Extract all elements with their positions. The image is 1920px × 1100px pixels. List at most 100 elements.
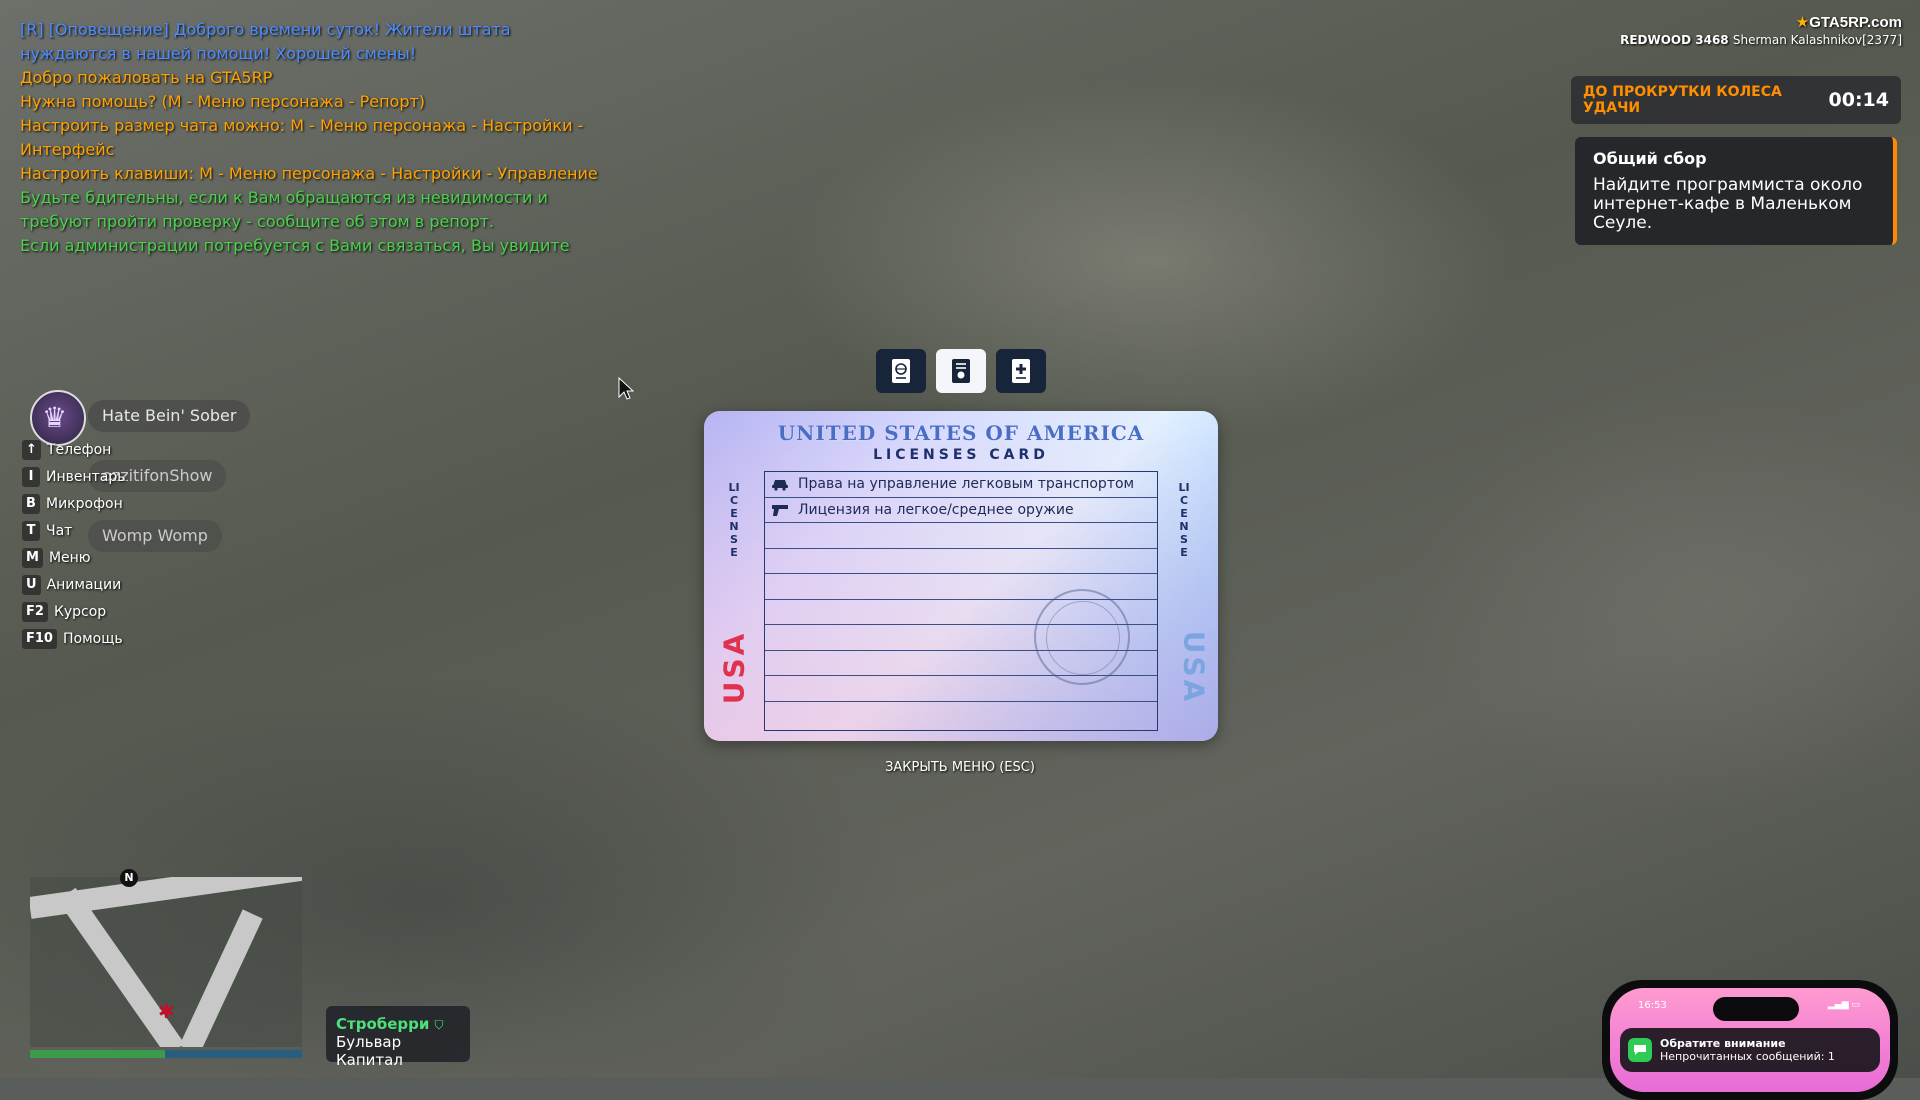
notification-title: Обратите внимание <box>1660 1037 1786 1050</box>
license-text: Лицензия на легкое/среднее оружие <box>798 501 1074 518</box>
card-country-right: USA <box>1177 630 1211 705</box>
key-cap: ↑ <box>22 439 41 460</box>
key-cap: M <box>22 547 43 568</box>
empty-license-rows <box>765 523 1157 727</box>
chat-line: Будьте бдительны, если к Вам обращаются … <box>20 188 548 207</box>
key-hint-label: Курсор <box>53 603 107 620</box>
chat-line: Интерфейс <box>20 140 115 159</box>
notification-body: Непрочитанных сообщений: 1 <box>1660 1050 1835 1063</box>
key-cap: F10 <box>22 628 57 649</box>
empty-license-row <box>765 625 1157 651</box>
document-tabs <box>876 349 1046 393</box>
key-hint-label: Микрофон <box>46 495 123 512</box>
quest-panel: Общий сбор Найдите программиста около ин… <box>1575 137 1897 245</box>
close-menu-hint[interactable]: ЗАКРЫТЬ МЕНЮ (ESC) <box>0 760 1920 775</box>
phone-notch <box>1713 997 1799 1021</box>
tab-medical-card[interactable] <box>996 349 1046 393</box>
wheel-of-fortune-timer: ДО ПРОКРУТКИ КОЛЕСА УДАЧИ 00:14 <box>1571 76 1901 124</box>
license-row: Права на управление легковым транспортом <box>765 472 1157 498</box>
license-row: Лицензия на легкое/среднее оружие <box>765 498 1157 523</box>
empty-license-row <box>765 574 1157 600</box>
location-street: Бульвар Капитал <box>336 1033 403 1069</box>
location-panel: Строберри ⛉ Бульвар Капитал <box>326 1006 470 1069</box>
armor-bar <box>165 1050 302 1058</box>
chat-line: Нужна помощь? (M - Меню персонажа - Репо… <box>20 92 426 111</box>
empty-license-row <box>765 676 1157 702</box>
key-hint-label: Чат <box>46 522 73 539</box>
card-country-left: USA <box>717 630 751 705</box>
card-side-label-right: LICENSE <box>1178 481 1190 559</box>
server-brand: ★GTA5RP.com REDWOOD 3468 Sherman Kalashn… <box>1620 12 1902 47</box>
key-cap: F2 <box>22 601 48 622</box>
chat-line: нуждаются в нашей помощи! Хорошей смены! <box>20 44 417 63</box>
chat-line: [R] [Оповещение] Доброго времени суток! … <box>20 20 511 39</box>
card-subtitle: LICENSES CARD <box>873 447 1049 463</box>
key-hint-label: Инвентарь <box>46 468 126 485</box>
location-zone-row: Строберри ⛉ <box>336 1014 460 1033</box>
key-cap: B <box>22 493 40 514</box>
star-icon: ★ <box>1795 13 1810 31</box>
chat-line: Добро пожаловать на GTA5RP <box>20 68 273 87</box>
key-hint-label: Меню <box>48 549 91 566</box>
signal-icon: ▂▄▆ ▭ <box>1827 1000 1860 1010</box>
phone[interactable]: 16:53 ▂▄▆ ▭ Обратите внимание Непрочитан… <box>1602 980 1898 1100</box>
voice-speaker-tag: Hate Bein' Sober <box>88 400 251 432</box>
key-hint-row: ↑ Телефон <box>22 436 126 463</box>
key-hint-label: Анимации <box>46 576 122 593</box>
license-text: Права на управление легковым транспортом <box>798 476 1135 493</box>
server-name: REDWOOD 3468 <box>1620 33 1729 47</box>
tab-passport[interactable] <box>876 349 926 393</box>
chat-line: Настроить размер чата можно: M - Меню пе… <box>20 116 584 135</box>
license-icon <box>952 359 970 383</box>
empty-license-row <box>765 651 1157 676</box>
passport-icon <box>892 359 910 383</box>
key-cap: I <box>22 466 40 487</box>
wheel-timer-value: 00:14 <box>1828 89 1889 111</box>
player-avatar-icon: ♛ <box>42 401 68 434</box>
quest-description: Найдите программиста около интернет-кафе… <box>1593 175 1863 233</box>
empty-license-row <box>765 523 1157 549</box>
key-hint-row: B Микрофон <box>22 490 126 517</box>
key-hint-row: I Инвентарь <box>22 463 126 490</box>
compass-north-icon: N <box>120 869 138 887</box>
player-name: Sherman Kalashnikov[2377] <box>1732 33 1902 47</box>
license-list: Права на управление легковым транспортом… <box>764 471 1158 731</box>
shield-icon: ⛉ <box>434 1018 444 1032</box>
messages-app-icon <box>1628 1038 1652 1062</box>
license-card: UNITED STATES OF AMERICA LICENSES CARD L… <box>704 411 1218 741</box>
key-hint-row: M Меню <box>22 544 126 571</box>
empty-license-row <box>765 702 1157 728</box>
medical-card-icon <box>1012 359 1030 383</box>
location-zone: Строберри <box>336 1015 430 1033</box>
card-side-label-left: LICENSE <box>728 481 740 559</box>
key-hint-label: Телефон <box>46 441 112 458</box>
chat-line: Если администрации потребуется с Вами св… <box>20 236 570 255</box>
player-info: REDWOOD 3468 Sherman Kalashnikov[2377] <box>1620 33 1902 47</box>
mouse-cursor-icon <box>618 377 634 400</box>
chat-log: [R] [Оповещение] Доброго времени суток! … <box>20 18 620 258</box>
brand-logo: ★GTA5RP.com <box>1795 13 1902 31</box>
key-cap: T <box>22 520 40 541</box>
car-icon <box>772 480 788 491</box>
chat-line: Настроить клавиши: M - Меню персонажа - … <box>20 164 598 183</box>
empty-license-row <box>765 549 1157 574</box>
key-hint-row: F2 Курсор <box>22 598 126 625</box>
key-hint-row: T Чат <box>22 517 126 544</box>
tab-licenses[interactable] <box>936 349 986 393</box>
card-title: UNITED STATES OF AMERICA <box>777 421 1145 445</box>
phone-clock: 16:53 <box>1638 1000 1667 1011</box>
key-hint-label: Помощь <box>62 630 123 647</box>
key-cap: U <box>22 574 41 595</box>
minimap: ✱ <box>30 877 302 1047</box>
key-hint-row: F10 Помощь <box>22 625 126 652</box>
key-hint-row: U Анимации <box>22 571 126 598</box>
pistol-icon <box>772 504 788 516</box>
quest-title: Общий сбор <box>1593 149 1707 168</box>
phone-screen: 16:53 ▂▄▆ ▭ Обратите внимание Непрочитан… <box>1610 988 1890 1092</box>
key-hints: ↑ Телефон I Инвентарь B Микрофон T Чат M Меню U Ани… <box>22 436 126 652</box>
health-bar <box>30 1050 165 1058</box>
player-marker-icon: ✱ <box>158 999 175 1023</box>
empty-license-row <box>765 600 1157 625</box>
phone-notification[interactable]: Обратите внимание Непрочитанных сообщени… <box>1620 1028 1880 1072</box>
chat-line: требуют пройти проверку - сообщите об эт… <box>20 212 495 231</box>
